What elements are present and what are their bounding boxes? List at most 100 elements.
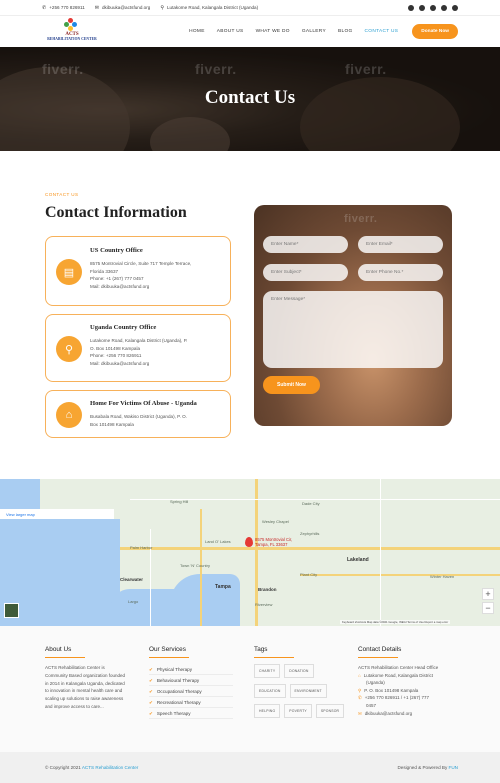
card-email[interactable]: Mail: dkibuuka@actsfund.org — [90, 360, 222, 368]
service-link[interactable]: ✔ Recreational Therapy — [149, 697, 233, 708]
footer-tags: Tags CHARITY DONATION EDUCATION ENVIRONM… — [254, 646, 349, 718]
credit-link[interactable]: FUN — [449, 765, 458, 770]
footer-services: Our Services ✔ Physical Therapy ✔ Behaviou… — [149, 646, 239, 719]
tag-link[interactable]: HELPING — [254, 704, 281, 718]
office-card-us: ▤ US Country Office 8575 Montrovial Circ… — [45, 236, 231, 306]
card-email[interactable]: Mail: dkibuuka@actsfund.org — [90, 283, 222, 291]
contact-text: dkibuuka@actsfund.org — [364, 710, 413, 716]
copyright-link[interactable]: ACTS Rehabilitation Center — [82, 765, 138, 770]
contact-text: ACTS Rehabilitation Center Head Office — [358, 665, 439, 670]
map-city: Tampa — [215, 584, 231, 590]
tag-cloud: CHARITY DONATION EDUCATION ENVIRONMENT H… — [254, 664, 346, 718]
check-icon: ✔ — [149, 711, 153, 716]
office-card-body: 8575 Montrovial Circle, Suite 717 Temple… — [90, 260, 222, 290]
contact-text: +256 770 826911 / +1 (267) 777 — [364, 695, 430, 701]
watermark: fiverr. — [195, 61, 237, 77]
service-link[interactable]: ✔ Behavioural Therapy — [149, 675, 233, 686]
map-label: Largo — [128, 599, 139, 604]
map-road — [120, 547, 500, 550]
map-label: Town 'N' Country — [180, 563, 210, 568]
footer-divider — [149, 657, 189, 658]
mail-icon: ✉ — [94, 4, 99, 11]
top-email-text: dkibuuka@actsfund.org — [101, 5, 151, 10]
contact-line[interactable]: ✉ dkibuuka@actsfund.org — [358, 710, 458, 718]
tag-link[interactable]: ENVIRONMENT — [289, 684, 327, 698]
top-address-text: Lutakome Road, Kalangala District (Ugand… — [166, 5, 259, 10]
map-label: Wesley Chapel — [262, 519, 289, 524]
about-line: to innovation in mental health care and — [45, 688, 123, 694]
map-label: Winter Haven — [430, 574, 455, 579]
map-road — [150, 529, 151, 626]
about-line: Community Based organization founded — [45, 672, 126, 678]
nav-blog[interactable]: BLOG — [332, 29, 359, 34]
footer-divider — [358, 657, 398, 658]
tag-link[interactable]: CHARITY — [254, 664, 281, 678]
subject-input[interactable]: Enter Subject* — [263, 264, 348, 281]
contact-line: (Uganda) — [358, 679, 458, 687]
top-phone[interactable]: ✆ +256 770 826911 — [42, 5, 85, 11]
contact-line: ACTS Rehabilitation Center Head Office — [358, 664, 458, 672]
page-hero: fiverr. fiverr. fiverr. Contact Us — [0, 47, 500, 151]
nav-contact[interactable]: CONTACT US — [359, 29, 405, 34]
location-map[interactable]: View larger map Tampa Clearwater Brandon… — [0, 479, 500, 626]
tag-link[interactable]: DONATION — [284, 664, 314, 678]
top-bar: ✆ +256 770 826911 ✉ dkibuuka@actsfund.org … — [0, 0, 500, 15]
map-label: Riverview — [255, 602, 273, 607]
card-line: Phone: +1 (267) 777 0457 — [90, 276, 144, 281]
zoom-out-button[interactable]: − — [482, 602, 494, 614]
satellite-toggle[interactable] — [4, 603, 19, 618]
logo-text: ACTS REHABILITATION CENTER — [42, 32, 102, 42]
submit-button[interactable]: Submit Now — [263, 376, 320, 394]
map-pin[interactable] — [245, 537, 253, 547]
about-line: in 2014 in Kalangala Uganda, dedicated — [45, 680, 125, 686]
logo-line1: ACTS — [65, 31, 79, 37]
name-input[interactable]: Enter Name* — [263, 236, 348, 253]
service-link[interactable]: ✔ Physical Therapy — [149, 664, 233, 675]
map-label: Zephyrhills — [300, 531, 320, 536]
contact-line: ⌂ Lutakome Road, Kalangala District — [358, 672, 458, 680]
nav-what-we-do[interactable]: WHAT WE DO — [250, 29, 296, 34]
zoom-in-button[interactable]: + — [482, 588, 494, 600]
view-larger-map-link[interactable]: View larger map — [0, 509, 114, 519]
tag-link[interactable]: POVERTY — [284, 704, 312, 718]
copyright-left: © Copyright 2021 ACTS Rehabilitation Cen… — [45, 765, 138, 770]
tag-link[interactable]: EDUCATION — [254, 684, 286, 698]
check-icon: ✔ — [149, 700, 153, 705]
site-footer: About Us ACTS Rehabilitation Center is C… — [0, 626, 500, 752]
map-city: Brandon — [258, 587, 277, 592]
message-textarea[interactable]: Enter Message* — [263, 291, 443, 368]
nav-gallery[interactable]: GALLERY — [296, 29, 332, 34]
service-label: Physical Therapy — [156, 667, 193, 672]
card-line: 8575 Montrovial Circle, Suite 717 Temple… — [90, 261, 192, 266]
footer-heading: Contact Details — [358, 646, 402, 653]
contact-text: (Uganda) — [366, 680, 385, 686]
nav-about[interactable]: ABOUT US — [211, 29, 250, 34]
footer-heading: About Us — [45, 646, 72, 653]
phone-icon: ✆ — [42, 4, 47, 11]
top-email[interactable]: ✉ dkibuuka@actsfund.org — [95, 5, 151, 11]
site-header: ACTS REHABILITATION CENTER HOME ABOUT US… — [0, 15, 500, 47]
tag-link[interactable]: SPONSOR — [315, 704, 345, 718]
map-pin-icon — [245, 537, 253, 547]
contact-text: P. O. Box 101498 Kampala — [364, 687, 419, 693]
instagram-icon[interactable] — [430, 4, 436, 11]
email-input[interactable]: Enter Email* — [358, 236, 443, 253]
google-plus-icon[interactable] — [441, 4, 447, 11]
nav-home[interactable]: HOME — [183, 29, 211, 34]
pinterest-icon[interactable] — [452, 4, 458, 11]
twitter-icon[interactable] — [419, 4, 425, 11]
office-card-title: US Country Office — [90, 247, 143, 254]
map-label: Land O' Lakes — [205, 539, 231, 544]
map-label: Palm Harbor — [130, 545, 153, 550]
service-link[interactable]: ✔ Occupational Therapy — [149, 686, 233, 697]
section-title: Contact Information — [45, 204, 187, 221]
service-link[interactable]: ✔ Speech Therapy — [149, 708, 233, 719]
site-logo[interactable]: ACTS REHABILITATION CENTER — [42, 17, 102, 47]
donate-button[interactable]: Donate Now — [412, 24, 458, 39]
mail-icon: ✉ — [358, 710, 362, 716]
phone-icon: ✆ — [358, 695, 362, 701]
facebook-icon[interactable] — [408, 4, 414, 11]
phone-input[interactable]: Enter Phone No.* — [358, 264, 443, 281]
contact-line: ✆ +256 770 826911 / +1 (267) 777 — [358, 694, 458, 702]
contact-form: fiverr. Enter Name* Enter Email* Enter S… — [254, 205, 452, 426]
